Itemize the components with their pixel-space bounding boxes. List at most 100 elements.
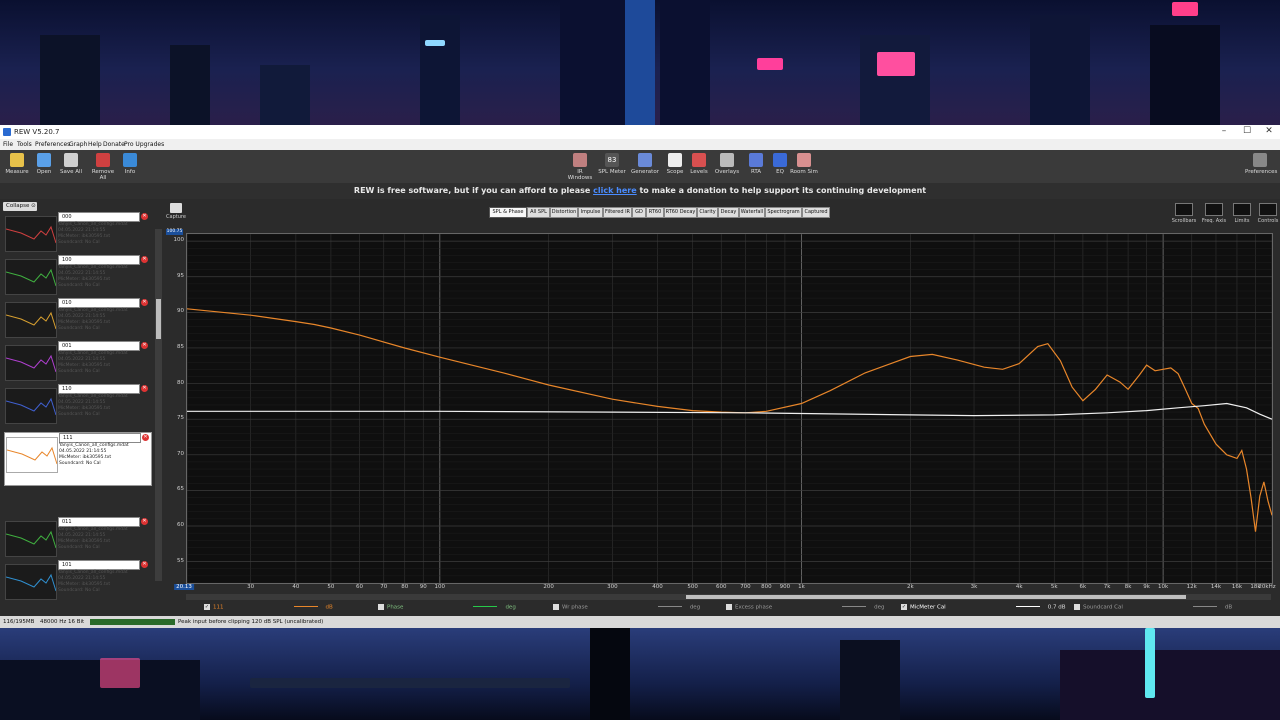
legend-item-soundcard-cal[interactable]: Soundcard Cal dB — [1074, 604, 1232, 611]
tab-rt60[interactable]: RT60 — [646, 207, 664, 218]
tab-all-spl[interactable]: All SPL — [527, 207, 550, 218]
donate-link[interactable]: click here — [593, 186, 637, 195]
status-bar: 116/195MB 48000 Hz 16 Bit Peak input bef… — [0, 616, 1280, 628]
remove-measurement-icon[interactable]: ✕ — [142, 434, 149, 441]
minimize-button[interactable]: – — [1214, 126, 1234, 138]
menu-preferences[interactable]: Preferences — [35, 141, 70, 148]
scrollbar-thumb[interactable] — [156, 299, 161, 339]
save-icon — [64, 153, 78, 167]
measurement-info-line: Soundcard: No Cal — [58, 369, 100, 374]
measurement-item-110[interactable]: 110 ✕ Yanyis_Canon_all_configs.mdat 04.05.2… — [4, 384, 150, 424]
capture-button[interactable]: Capture — [166, 203, 186, 220]
legend-item-micmeter-cal[interactable]: ✓ MicMeter Cal 0.7 dB — [901, 604, 1065, 611]
menu-graph[interactable]: Graph — [69, 141, 87, 148]
open-button[interactable]: Open — [29, 153, 59, 175]
measurement-name[interactable]: 111 — [59, 433, 141, 443]
x-tick-label: 50 — [327, 584, 335, 590]
measurement-name[interactable]: 011 — [58, 517, 140, 527]
measurement-item-011[interactable]: 011 ✕ Yanyis_Canon_all_configs.mdat 04.05.2… — [4, 517, 150, 557]
tab-spectrogram[interactable]: Spectrogram — [765, 207, 802, 218]
remove-measurement-icon[interactable]: ✕ — [141, 518, 148, 525]
generator-button[interactable]: Generator — [630, 153, 660, 175]
measurement-item-100[interactable]: 100 ✕ Yanyis_Canon_all_configs.mdat 04.05.2… — [4, 255, 150, 295]
ir-windows-button[interactable]: IR Windows — [565, 153, 595, 181]
measurements-scrollbar[interactable] — [155, 229, 162, 581]
eq-icon — [773, 153, 787, 167]
remove-measurement-icon[interactable]: ✕ — [141, 299, 148, 306]
info-button[interactable]: Info — [115, 153, 145, 175]
graph-horizontal-scrollbar[interactable] — [186, 594, 1271, 600]
menu-help[interactable]: Help — [88, 141, 102, 148]
tab-filtered-ir[interactable]: Filtered IR — [603, 207, 632, 218]
spl-meter-button[interactable]: 83 SPL Meter — [597, 153, 627, 175]
preferences-button[interactable]: Preferences — [1245, 153, 1277, 175]
measurement-name[interactable]: 001 — [58, 341, 140, 351]
freq-axis-button[interactable]: Freq. Axis — [1201, 203, 1227, 224]
legend-checkbox[interactable] — [726, 604, 732, 610]
x-tick-label: 90 — [419, 584, 427, 590]
save-all-button[interactable]: Save All — [56, 153, 86, 175]
measurement-name[interactable]: 100 — [58, 255, 140, 265]
ir-windows-icon — [573, 153, 587, 167]
remove-icon — [96, 153, 110, 167]
remove-all-button[interactable]: Remove All — [88, 153, 118, 181]
donation-banner: REW is free software, but if you can aff… — [0, 183, 1280, 199]
toolbar-label: IR Windows — [567, 169, 593, 181]
tab-decay[interactable]: Decay — [718, 207, 739, 218]
legend-item-phase[interactable]: Phase deg — [378, 604, 516, 611]
x-tick-label: 60 — [356, 584, 364, 590]
scrollbars-button[interactable]: Scrollbars — [1171, 203, 1197, 224]
close-button[interactable]: ✕ — [1259, 126, 1279, 138]
tab-clarity[interactable]: Clarity — [697, 207, 718, 218]
legend-item-excess-phase[interactable]: Excess phase deg — [726, 604, 885, 611]
spl-graph[interactable] — [186, 233, 1273, 584]
measure-button[interactable]: Measure — [2, 153, 32, 175]
menu-file[interactable]: File — [3, 141, 13, 148]
menu-tools[interactable]: Tools — [17, 141, 32, 148]
measurement-name[interactable]: 101 — [58, 560, 140, 570]
measurement-name[interactable]: 000 — [58, 212, 140, 222]
controls-button[interactable]: Controls — [1255, 203, 1280, 224]
legend-checkbox[interactable]: ✓ — [204, 604, 210, 610]
bit-depth-status: 16 Bit — [68, 619, 85, 625]
tab-distortion[interactable]: Distortion — [550, 207, 578, 218]
measurement-item-101[interactable]: 101 ✕ Yanyis_Canon_all_configs.mdat 04.05.2… — [4, 560, 150, 600]
legend-checkbox[interactable] — [378, 604, 384, 610]
remove-measurement-icon[interactable]: ✕ — [141, 342, 148, 349]
measurement-item-010[interactable]: 010 ✕ Yanyis_Canon_all_configs.mdat 04.05.2… — [4, 298, 150, 338]
menu-pro-upgrades[interactable]: Pro Upgrades — [124, 141, 164, 148]
remove-measurement-icon[interactable]: ✕ — [141, 385, 148, 392]
tab-waterfall[interactable]: Waterfall — [739, 207, 765, 218]
legend-checkbox[interactable] — [553, 604, 559, 610]
remove-measurement-icon[interactable]: ✕ — [141, 213, 148, 220]
legend-unit: dB — [1224, 604, 1233, 611]
measurement-thumbnail — [5, 259, 57, 295]
legend-checkbox[interactable]: ✓ — [901, 604, 907, 610]
tab-impulse[interactable]: Impulse — [578, 207, 603, 218]
tab-gd[interactable]: GD — [632, 207, 646, 218]
legend-swatch — [1192, 605, 1217, 607]
legend-checkbox[interactable] — [1074, 604, 1080, 610]
measurement-name[interactable]: 110 — [58, 384, 140, 394]
tab-captured[interactable]: Captured — [802, 207, 830, 218]
measurement-item-111[interactable]: 111 ✕ Yanyis_Canon_all_configs.mdat 04.05.2… — [4, 432, 152, 486]
overlays-button[interactable]: Overlays — [712, 153, 742, 175]
measurement-name[interactable]: 010 — [58, 298, 140, 308]
limits-button[interactable]: Limits — [1229, 203, 1255, 224]
remove-measurement-icon[interactable]: ✕ — [141, 256, 148, 263]
room-sim-button[interactable]: Room Sim — [789, 153, 819, 175]
levels-button[interactable]: Levels — [684, 153, 714, 175]
remove-measurement-icon[interactable]: ✕ — [141, 561, 148, 568]
tab-rt60-decay[interactable]: RT60 Decay — [664, 207, 697, 218]
measurement-item-001[interactable]: 001 ✕ Yanyis_Canon_all_configs.mdat 04.05.2… — [4, 341, 150, 381]
measurement-item-000[interactable]: 000 ✕ Yanyis_Canon_all_configs.mdat 04.05.2… — [4, 212, 150, 252]
hscroll-thumb[interactable] — [686, 595, 1186, 599]
legend-item-111[interactable]: ✓ 111 dB — [204, 604, 333, 611]
legend-item-wr-phase[interactable]: Wr phase deg — [553, 604, 700, 611]
maximize-button[interactable]: ☐ — [1237, 126, 1257, 138]
tool-label: Controls — [1257, 218, 1279, 224]
x-tick-label: 70 — [380, 584, 388, 590]
tab-spl-phase[interactable]: SPL & Phase — [489, 207, 527, 218]
menu-donate[interactable]: Donate — [103, 141, 125, 148]
collapse-button[interactable]: Collapse ⊙ — [3, 202, 37, 211]
